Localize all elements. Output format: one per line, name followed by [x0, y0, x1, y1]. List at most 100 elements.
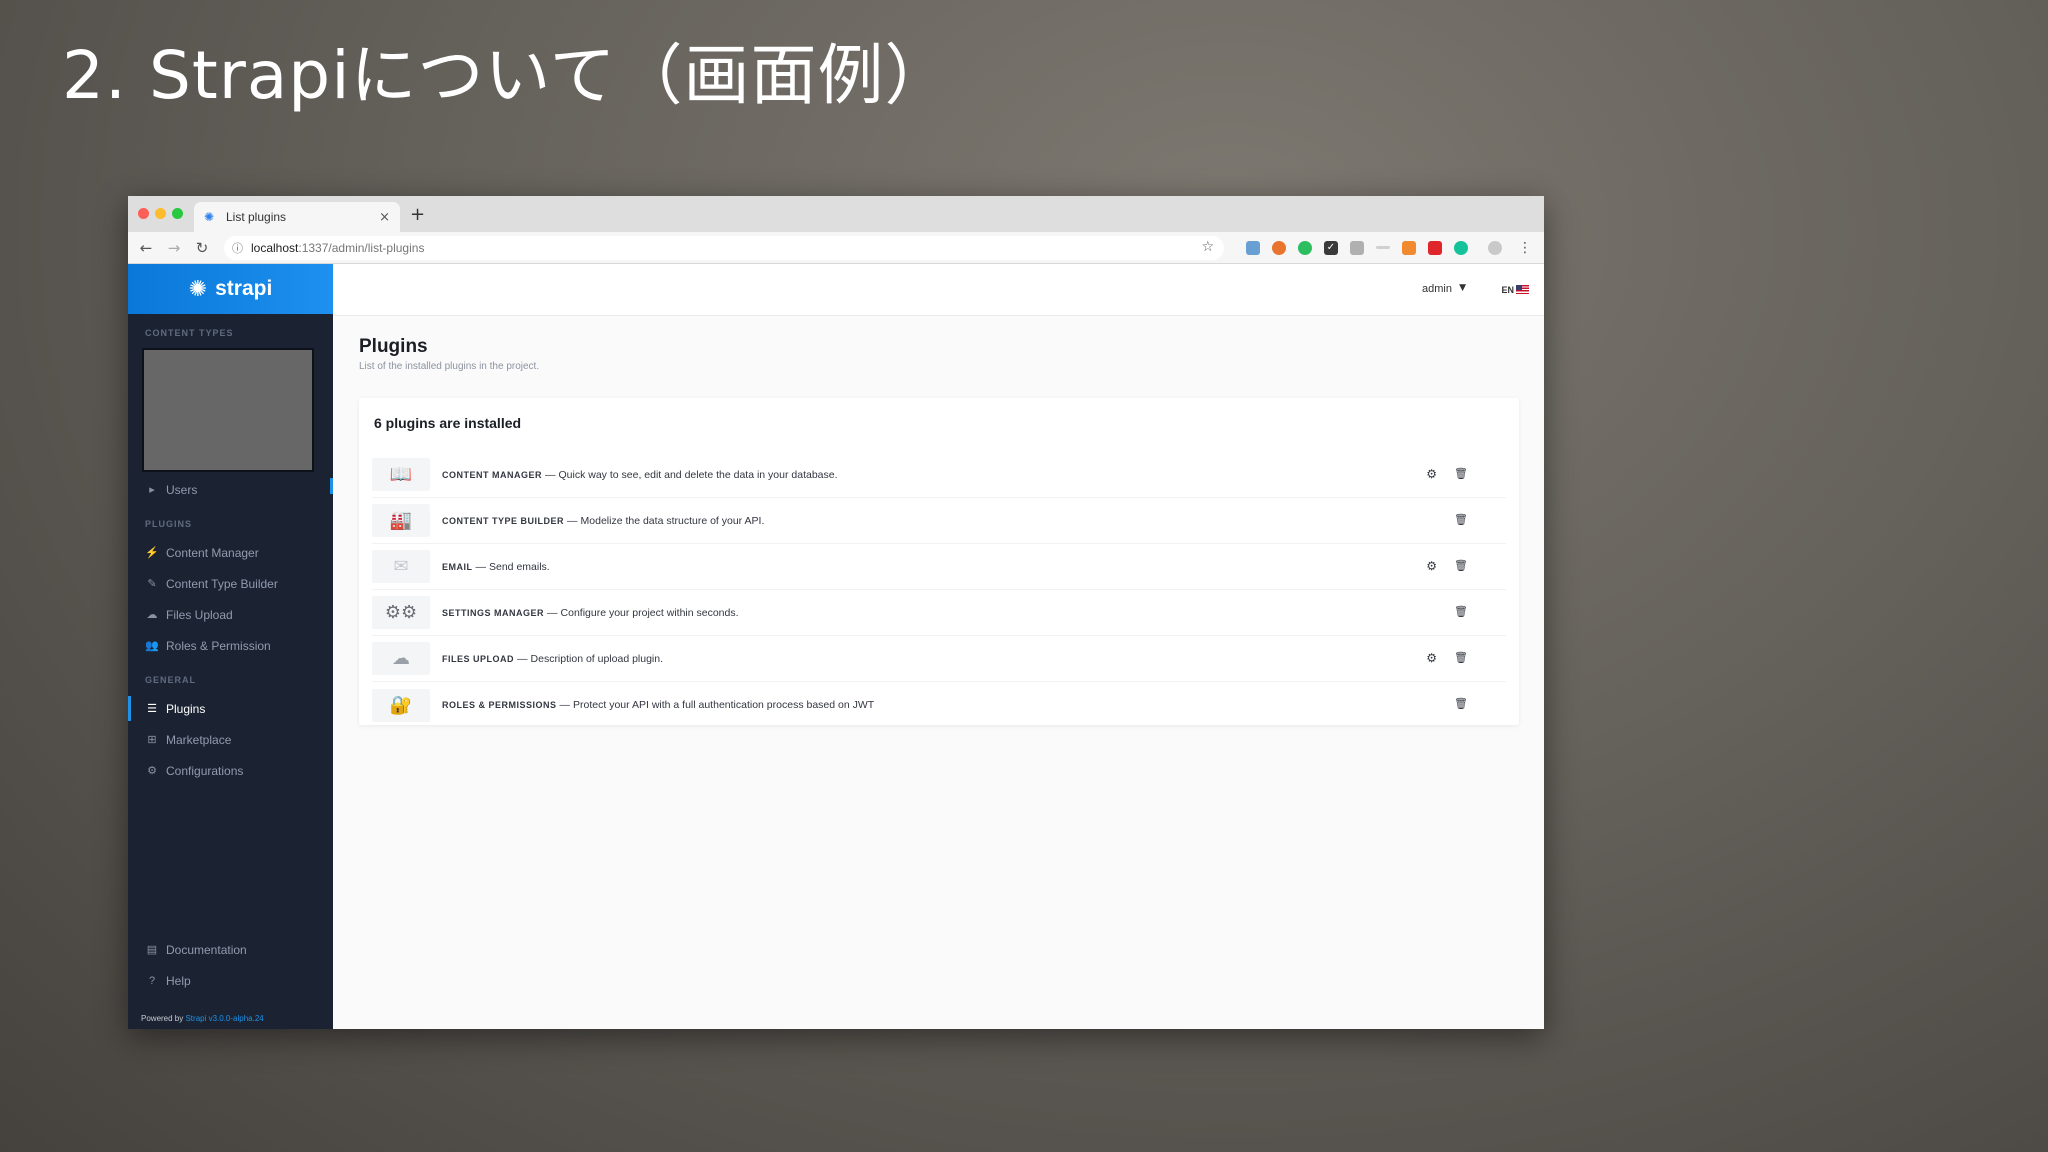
- back-icon[interactable]: ←: [132, 239, 160, 257]
- plugins-card: 6 plugins are installed 📖 CONTENT MANAGE…: [359, 398, 1519, 725]
- strapi-version-link[interactable]: Strapi v3.0.0-alpha.24: [185, 1014, 263, 1023]
- plugin-separator: —: [545, 468, 556, 481]
- content-types-placeholder: [142, 348, 314, 472]
- sidebar-item-files-upload[interactable]: ☁ Files Upload: [128, 599, 333, 630]
- strapi-logo-icon: ✺: [188, 276, 208, 302]
- plugin-description: Description of upload plugin.: [530, 652, 664, 665]
- url-input[interactable]: ⓘ localhost:1337/admin/list-plugins ☆: [224, 235, 1224, 260]
- plugin-text: EMAIL — Send emails.: [442, 561, 550, 573]
- basket-icon: ⊞: [147, 734, 157, 746]
- trash-icon[interactable]: 🗑: [1454, 513, 1468, 526]
- lock-icon: 🔐: [372, 688, 430, 722]
- sidebar-item-help[interactable]: ? Help: [128, 965, 333, 996]
- book-icon: 📖: [372, 458, 430, 491]
- plugin-separator: —: [559, 699, 571, 711]
- minimize-window-button[interactable]: [155, 208, 166, 219]
- powered-by-label: Powered by: [141, 1014, 186, 1023]
- slide-title: 2. Strapiについて（画面例）: [62, 37, 952, 114]
- user-menu[interactable]: admin: [1422, 283, 1452, 295]
- plugin-row-settings-manager[interactable]: ⚙⚙ SETTINGS MANAGER — Configure your proje…: [372, 590, 1506, 636]
- powered-by: Powered by Strapi v3.0.0-alpha.24: [141, 1014, 264, 1023]
- plugin-separator: —: [475, 560, 487, 573]
- plugin-separator: —: [547, 606, 558, 619]
- us-flag-icon[interactable]: [1516, 285, 1529, 294]
- plug-icon: ⚡: [145, 547, 159, 559]
- plugin-row-content-manager[interactable]: 📖 CONTENT MANAGER — Quick way to see, edit…: [372, 452, 1506, 498]
- plugin-row-files-upload[interactable]: ☁ FILES UPLOAD — Description of upload plu…: [372, 636, 1506, 682]
- plugin-name: ROLES & PERMISSIONS: [442, 700, 557, 710]
- extension-dash-icon[interactable]: [1376, 246, 1390, 249]
- url-host: localhost: [251, 240, 299, 255]
- plugins-count-title: 6 plugins are installed: [374, 415, 522, 431]
- sidebar-item-users[interactable]: ▸ Users: [128, 474, 333, 505]
- strapi-logo[interactable]: ✺ strapi: [128, 264, 333, 314]
- trash-icon[interactable]: 🗑: [1454, 651, 1468, 664]
- sidebar-item-configurations[interactable]: ⚙ Configurations: [128, 755, 333, 786]
- info-icon[interactable]: ⓘ: [232, 240, 243, 256]
- sidebar-item-label: Marketplace: [166, 732, 232, 747]
- extension-check-icon[interactable]: ✓: [1324, 240, 1338, 255]
- plugin-description: Configure your project within seconds.: [560, 606, 739, 619]
- settings-gear-icon[interactable]: ⚙: [1426, 467, 1437, 481]
- factory-icon: 🏭: [372, 504, 430, 537]
- sidebar-item-roles-permission[interactable]: 👥 Roles & Permission: [128, 630, 333, 661]
- plugin-separator: —: [517, 652, 528, 665]
- new-tab-button[interactable]: +: [410, 204, 425, 225]
- browser-menu-icon[interactable]: ⋮: [1518, 240, 1532, 256]
- trash-icon[interactable]: 🗑: [1454, 605, 1468, 618]
- plugin-name: CONTENT TYPE BUILDER: [442, 515, 565, 526]
- sidebar-item-label: Files Upload: [166, 607, 233, 622]
- trash-icon[interactable]: 🗑: [1454, 697, 1468, 710]
- reload-icon[interactable]: ↻: [188, 239, 216, 257]
- trash-icon[interactable]: 🗑: [1454, 559, 1468, 572]
- sidebar-item-label: Configurations: [166, 763, 244, 778]
- plugin-row-content-type-builder[interactable]: 🏭 CONTENT TYPE BUILDER — Modelize the data…: [372, 498, 1506, 544]
- plugin-description: Send emails.: [489, 560, 550, 573]
- sidebar-item-content-manager[interactable]: ⚡ Content Manager: [128, 537, 333, 568]
- plugin-list: 📖 CONTENT MANAGER — Quick way to see, edit…: [372, 452, 1506, 728]
- extension-stack-icon[interactable]: [1350, 240, 1364, 255]
- gear-icon: ⚙: [147, 765, 157, 777]
- plugins-heading: PLUGINS: [145, 519, 193, 529]
- extension-evernote-icon[interactable]: [1298, 240, 1312, 255]
- sidebar-item-marketplace[interactable]: ⊞ Marketplace: [128, 724, 333, 755]
- plugin-separator: —: [567, 514, 578, 527]
- brush-icon: ✎: [147, 578, 157, 590]
- extension-fox-icon[interactable]: [1272, 240, 1286, 255]
- profile-avatar-icon[interactable]: [1488, 240, 1502, 255]
- plugin-row-roles-permissions[interactable]: 🔐 ROLES & PERMISSIONS — Protect your API w…: [372, 682, 1506, 728]
- extension-window-icon[interactable]: [1246, 240, 1260, 255]
- plugin-text: CONTENT TYPE BUILDER — Modelize the data s…: [442, 515, 764, 527]
- page-title: Plugins: [359, 336, 428, 357]
- plugin-description: Protect your API with a full authenticat…: [573, 699, 875, 711]
- sidebar-item-documentation[interactable]: ▤ Documentation: [128, 934, 333, 965]
- app-header: admin ▼ EN: [333, 264, 1544, 316]
- extension-acrobat-icon[interactable]: [1428, 240, 1442, 255]
- sidebar-item-label: Content Manager: [166, 545, 259, 560]
- tab-bar: ✺ List plugins × +: [128, 196, 1544, 232]
- plugin-name: SETTINGS MANAGER: [442, 607, 545, 618]
- extension-grammarly-icon[interactable]: [1454, 240, 1468, 255]
- sidebar-item-content-type-builder[interactable]: ✎ Content Type Builder: [128, 568, 333, 599]
- maximize-window-button[interactable]: [172, 208, 183, 219]
- forward-icon[interactable]: →: [160, 239, 188, 257]
- tab-title: List plugins: [226, 210, 287, 224]
- settings-gear-icon[interactable]: ⚙: [1426, 559, 1437, 573]
- extension-rss-icon[interactable]: [1402, 240, 1416, 255]
- envelope-icon: ✉: [372, 550, 430, 583]
- sidebar-item-label: Users: [166, 482, 198, 497]
- plugin-text: CONTENT MANAGER — Quick way to see, edit a…: [442, 469, 838, 481]
- plugin-row-email[interactable]: ✉ EMAIL — Send emails. ⚙ 🗑: [372, 544, 1506, 590]
- url-path: :1337/admin/list-plugins: [298, 240, 425, 255]
- browser-tab[interactable]: ✺ List plugins ×: [194, 202, 400, 232]
- settings-gear-icon[interactable]: ⚙: [1426, 651, 1437, 665]
- sidebar-item-plugins[interactable]: ☰ Plugins: [128, 693, 333, 724]
- tab-close-icon[interactable]: ×: [379, 210, 390, 225]
- extensions-bar: ✓: [1240, 240, 1508, 255]
- trash-icon[interactable]: 🗑: [1454, 467, 1468, 480]
- gears-icon: ⚙⚙: [372, 596, 430, 629]
- language-selector[interactable]: EN: [1501, 285, 1514, 295]
- bookmark-star-icon[interactable]: ☆: [1201, 239, 1214, 255]
- close-window-button[interactable]: [138, 208, 149, 219]
- caret-down-icon[interactable]: ▼: [1459, 283, 1466, 293]
